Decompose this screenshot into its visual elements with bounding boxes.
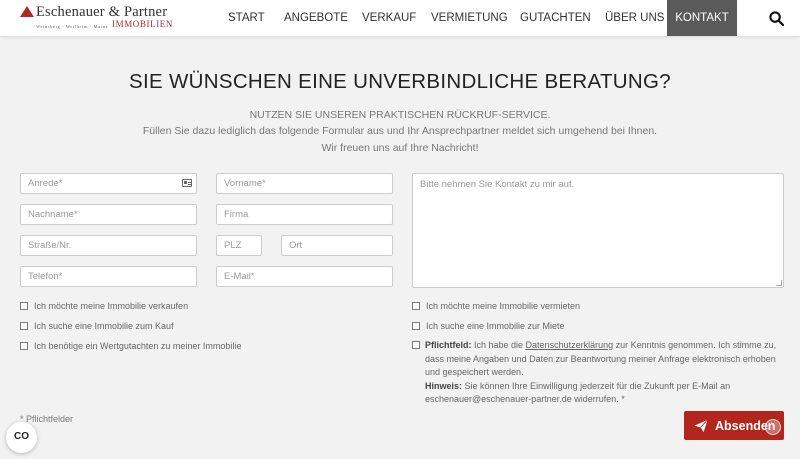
checkbox-label: Ich möchte meine Immobilie verkaufen xyxy=(34,301,189,311)
recaptcha-badge-icon xyxy=(765,419,781,435)
nav-gutachten[interactable]: GUTACHTEN xyxy=(520,0,591,36)
checkbox-wertgutachten[interactable]: Ich benötige ein Wertgutachten zu meiner… xyxy=(20,341,241,351)
firma-input[interactable]: Firma xyxy=(216,204,393,225)
ort-input[interactable]: Ort xyxy=(281,235,393,256)
hero-line-2: Füllen Sie dazu lediglich das folgende F… xyxy=(142,125,658,137)
site-header: Eschenauer & Partner Weinsberg · Weilhei… xyxy=(0,0,800,36)
checkbox-kauf[interactable]: Ich suche eine Immobilie zum Kauf xyxy=(20,321,174,331)
checkbox-label: Ich suche eine Immobilie zum Kauf xyxy=(34,321,174,331)
message-textarea[interactable]: Bitte nehmen Sie Kontakt zu mir auf. xyxy=(412,173,784,288)
submit-button[interactable]: Absenden xyxy=(684,411,784,440)
ort-placeholder: Ort xyxy=(289,240,303,251)
telefon-input[interactable]: Telefon* xyxy=(20,266,197,287)
hero-line-1: NUTZEN SIE UNSEREN PRAKTISCHEN RÜCKRUF-S… xyxy=(249,109,551,121)
checkbox-box[interactable] xyxy=(20,342,28,350)
consent-text: Pflichtfeld: Ich habe die Datenschutzerk… xyxy=(425,339,785,407)
nachname-placeholder: Nachname* xyxy=(28,209,78,220)
checkbox-miete[interactable]: Ich suche eine Immobilie zur Miete xyxy=(412,321,565,331)
checkbox-label: Ich benötige ein Wertgutachten zu meiner… xyxy=(34,341,242,351)
privacy-policy-link[interactable]: Datenschutzerklärung xyxy=(526,340,614,350)
nav-vermietung[interactable]: VERMIETUNG xyxy=(431,0,508,36)
checkbox-box[interactable] xyxy=(20,322,28,330)
hero-line-3: Wir freuen uns auf Ihre Nachricht! xyxy=(321,142,479,154)
vorname-input[interactable]: Vorname* xyxy=(216,173,393,194)
plz-input[interactable]: PLZ xyxy=(216,235,262,256)
consent-checkbox-box[interactable] xyxy=(412,341,420,349)
search-icon[interactable] xyxy=(769,11,784,26)
cookie-settings-icon: CO xyxy=(14,431,29,442)
checkbox-verkaufen[interactable]: Ich möchte meine Immobilie verkaufen xyxy=(20,301,188,311)
paper-plane-icon xyxy=(694,419,708,433)
nav-start[interactable]: START xyxy=(228,0,265,36)
checkbox-box[interactable] xyxy=(412,322,420,330)
nav-angebote[interactable]: ANGEBOTE xyxy=(284,0,348,36)
anrede-placeholder: Anrede* xyxy=(28,178,63,189)
firma-placeholder: Firma xyxy=(224,209,249,220)
consent-text-before: Ich habe die xyxy=(471,340,526,350)
nachname-input[interactable]: Nachname* xyxy=(20,204,197,225)
resize-handle-icon[interactable] xyxy=(776,280,782,286)
checkbox-vermieten[interactable]: Ich möchte meine Immobilie vermieten xyxy=(412,301,580,311)
hint-label: Hinweis: xyxy=(425,380,463,391)
strasse-placeholder: Straße/Nr. xyxy=(28,240,72,251)
nav-verkauf[interactable]: VERKAUF xyxy=(362,0,416,36)
telefon-placeholder: Telefon* xyxy=(28,271,63,282)
logo-triangle-icon xyxy=(20,6,34,17)
email-placeholder: E-Mail* xyxy=(224,271,255,282)
hint-text: Sie können Ihre Einwilligung jederzeit f… xyxy=(425,380,731,405)
anrede-select[interactable]: Anrede* xyxy=(20,173,197,194)
cookie-settings-button[interactable]: CO xyxy=(6,422,37,453)
nav-ueber-uns[interactable]: ÜBER UNS xyxy=(605,0,664,36)
checkbox-box[interactable] xyxy=(412,302,420,310)
consent-label: Pflichtfeld: xyxy=(425,340,472,350)
nav-kontakt[interactable]: KONTAKT xyxy=(667,0,737,36)
vorname-placeholder: Vorname* xyxy=(224,178,266,189)
checkbox-box[interactable] xyxy=(20,302,28,310)
brand-logo[interactable]: Eschenauer & Partner Weinsberg · Weilhei… xyxy=(20,4,173,32)
contact-card-icon xyxy=(182,179,192,187)
checkbox-label: Ich möchte meine Immobilie vermieten xyxy=(426,301,581,311)
strasse-input[interactable]: Straße/Nr. xyxy=(20,235,197,256)
plz-placeholder: PLZ xyxy=(224,240,242,251)
brand-tagline: Immobilien xyxy=(112,19,173,29)
checkbox-label: Ich suche eine Immobilie zur Miete xyxy=(426,321,565,331)
page-title: SIE WÜNSCHEN EINE UNVERBINDLICHE BERATUN… xyxy=(129,70,671,93)
brand-locations: Weinsberg · Weilheim · Mainz xyxy=(36,24,109,29)
message-placeholder: Bitte nehmen Sie Kontakt zu mir auf. xyxy=(420,179,575,190)
email-input[interactable]: E-Mail* xyxy=(216,266,393,287)
